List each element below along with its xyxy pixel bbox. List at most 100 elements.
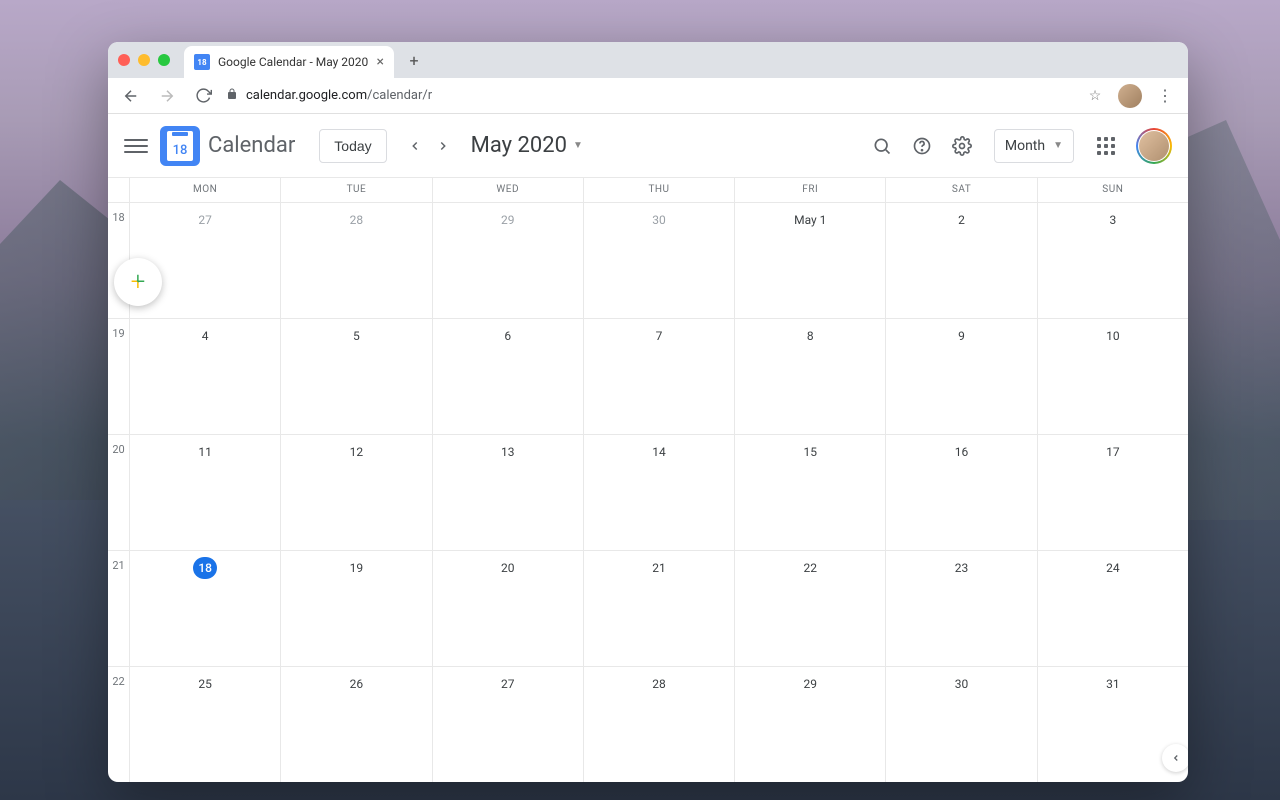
day-cell[interactable]: 19 <box>280 551 431 666</box>
calendar-grid: + 18 19 20 21 22 MON TUE WED THU FRI SAT… <box>108 178 1188 782</box>
day-cell[interactable]: 22 <box>734 551 885 666</box>
back-button[interactable] <box>118 83 144 109</box>
day-cell[interactable]: 11 <box>130 435 280 550</box>
week-number: 19 <box>108 318 129 434</box>
day-number: 4 <box>194 325 216 347</box>
day-number: 30 <box>951 673 973 695</box>
address-bar: calendar.google.com/calendar/r ☆ ⋮ <box>108 78 1188 114</box>
settings-button[interactable] <box>942 126 982 166</box>
day-cell[interactable]: 3 <box>1037 203 1188 318</box>
account-avatar[interactable] <box>1136 128 1172 164</box>
day-number: 28 <box>345 209 367 231</box>
day-cell[interactable]: 5 <box>280 319 431 434</box>
browser-menu-button[interactable]: ⋮ <box>1152 83 1178 109</box>
day-cell[interactable]: 30 <box>583 203 734 318</box>
browser-profile-avatar[interactable] <box>1118 84 1142 108</box>
day-cell[interactable]: 10 <box>1037 319 1188 434</box>
day-number: 25 <box>194 673 216 695</box>
week-number: 20 <box>108 434 129 550</box>
day-cell[interactable]: 15 <box>734 435 885 550</box>
today-button[interactable]: Today <box>319 129 386 163</box>
bookmark-button[interactable]: ☆ <box>1082 83 1108 109</box>
day-cell[interactable]: 28 <box>583 667 734 782</box>
day-cell[interactable]: 29 <box>432 203 583 318</box>
day-cell[interactable]: 2 <box>885 203 1036 318</box>
day-cell[interactable]: 13 <box>432 435 583 550</box>
day-number: 31 <box>1102 673 1124 695</box>
day-header: WED <box>432 178 583 202</box>
day-number: 17 <box>1102 441 1124 463</box>
maximize-window-button[interactable] <box>158 54 170 66</box>
app-header: 18 Calendar Today May 2020 ▼ Month ▼ <box>108 114 1188 178</box>
week-number: 22 <box>108 666 129 782</box>
day-cell[interactable]: 25 <box>130 667 280 782</box>
week-row: 18 19 20 21 22 23 24 <box>130 550 1188 666</box>
day-cell[interactable]: 18 <box>130 551 280 666</box>
help-button[interactable] <box>902 126 942 166</box>
day-cell[interactable]: 12 <box>280 435 431 550</box>
day-number: May 1 <box>794 209 826 231</box>
create-event-button[interactable]: + <box>114 258 162 306</box>
day-cell[interactable]: 23 <box>885 551 1036 666</box>
day-cell[interactable]: 16 <box>885 435 1036 550</box>
current-period-label[interactable]: May 2020 ▼ <box>471 133 583 158</box>
prev-period-button[interactable] <box>401 132 429 160</box>
day-cell[interactable]: 29 <box>734 667 885 782</box>
day-cell[interactable]: 24 <box>1037 551 1188 666</box>
day-number: 23 <box>951 557 973 579</box>
week-row: 4 5 6 7 8 9 10 <box>130 318 1188 434</box>
day-cell[interactable]: 27 <box>432 667 583 782</box>
day-number: 21 <box>648 557 670 579</box>
day-number: 8 <box>799 325 821 347</box>
day-cell[interactable]: 8 <box>734 319 885 434</box>
day-number: 11 <box>194 441 216 463</box>
day-cell[interactable]: 28 <box>280 203 431 318</box>
day-cell[interactable]: May 1 <box>734 203 885 318</box>
close-tab-button[interactable]: × <box>377 54 384 70</box>
next-period-button[interactable] <box>429 132 457 160</box>
day-header: SAT <box>885 178 1036 202</box>
day-cell[interactable]: 4 <box>130 319 280 434</box>
search-button[interactable] <box>862 126 902 166</box>
day-header: THU <box>583 178 734 202</box>
google-apps-button[interactable] <box>1086 126 1126 166</box>
day-header: FRI <box>734 178 885 202</box>
day-number: 27 <box>497 673 519 695</box>
day-number: 6 <box>497 325 519 347</box>
day-cell[interactable]: 9 <box>885 319 1036 434</box>
minimize-window-button[interactable] <box>138 54 150 66</box>
url-field[interactable]: calendar.google.com/calendar/r <box>226 88 1072 103</box>
day-number: 14 <box>648 441 670 463</box>
day-cell[interactable]: 6 <box>432 319 583 434</box>
day-number: 19 <box>345 557 367 579</box>
week-row: 25 26 27 2829 30 31 <box>130 666 1188 782</box>
day-number: 12 <box>345 441 367 463</box>
day-cell[interactable]: 30 <box>885 667 1036 782</box>
day-cell[interactable]: 7 <box>583 319 734 434</box>
view-selector[interactable]: Month ▼ <box>994 129 1074 163</box>
day-number: 26 <box>345 673 367 695</box>
day-cell[interactable]: 17 <box>1037 435 1188 550</box>
close-window-button[interactable] <box>118 54 130 66</box>
day-cell[interactable]: 21 <box>583 551 734 666</box>
day-cell[interactable]: 26 <box>280 667 431 782</box>
calendar-favicon-icon: 18 <box>194 54 210 70</box>
day-header: SUN <box>1037 178 1188 202</box>
side-panel-toggle[interactable] <box>1162 744 1188 772</box>
day-number: 9 <box>951 325 973 347</box>
week-row: 27282930May 123 <box>130 202 1188 318</box>
new-tab-button[interactable]: + <box>400 46 428 74</box>
calendar-logo-icon: 18 <box>160 126 200 166</box>
window-controls <box>118 54 170 66</box>
main-menu-button[interactable] <box>124 134 148 158</box>
day-cell[interactable]: 20 <box>432 551 583 666</box>
day-header: TUE <box>280 178 431 202</box>
url-domain: calendar.google.com <box>246 88 367 103</box>
forward-button[interactable] <box>154 83 180 109</box>
browser-tab[interactable]: 18 Google Calendar - May 2020 × <box>184 46 394 78</box>
reload-button[interactable] <box>190 83 216 109</box>
day-cell[interactable]: 14 <box>583 435 734 550</box>
browser-window: 18 Google Calendar - May 2020 × + calend… <box>108 42 1188 782</box>
day-number: 24 <box>1102 557 1124 579</box>
day-headers: MON TUE WED THU FRI SAT SUN <box>130 178 1188 202</box>
